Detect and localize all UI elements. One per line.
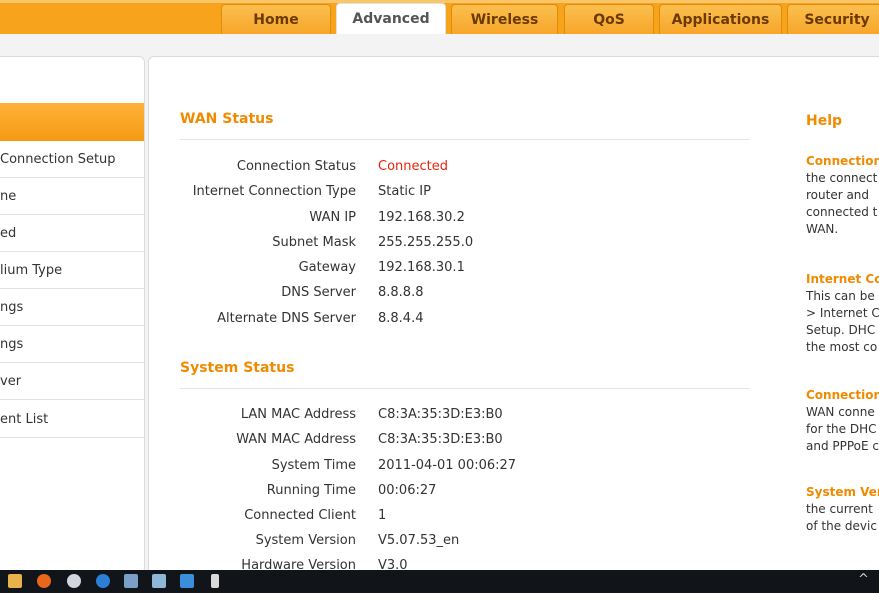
help-text-connection: the connect router and connected t WAN. [806, 171, 878, 236]
sidebar-item-6[interactable]: ngs [0, 326, 144, 363]
chevron-up-icon[interactable]: ^ [858, 572, 869, 587]
tab-home[interactable]: Home [221, 4, 331, 34]
lan-mac-value: C8:3A:35:3D:E3:B0 [378, 407, 503, 422]
connected-client-value: 1 [378, 508, 387, 523]
connection-status-label: Connection Status [236, 159, 356, 174]
system-status-title: System Status [180, 360, 295, 376]
sidebar-item-connection-setup[interactable]: Connection Setup [0, 141, 144, 178]
usb-icon[interactable] [211, 574, 219, 588]
wan-status-divider [180, 139, 750, 140]
gateway-label: Gateway [298, 260, 356, 275]
system-time-value: 2011-04-01 00:06:27 [378, 458, 517, 473]
taskbar: ^ [0, 570, 879, 593]
browser-icon[interactable] [96, 574, 110, 588]
sidebar-item-5[interactable]: ngs [0, 289, 144, 326]
wan-mac-value: C8:3A:35:3D:E3:B0 [378, 432, 503, 447]
tab-security[interactable]: Security [787, 4, 879, 34]
alt-dns-value: 8.8.4.4 [378, 311, 424, 326]
help-heading-system-version: System Ver [806, 485, 879, 499]
help-title: Help [806, 113, 843, 129]
help-heading-internet: Internet Co [806, 272, 879, 286]
top-nav-bar: Home Advanced Wireless QoS Applications … [0, 0, 879, 34]
firefox-icon[interactable] [37, 574, 51, 588]
running-time-value: 00:06:27 [378, 483, 437, 498]
gateway-value: 192.168.30.1 [378, 260, 465, 275]
system-version-value: V5.07.53_en [378, 533, 460, 548]
help-heading-connection: Connection [806, 154, 879, 168]
wan-status-title: WAN Status [180, 111, 274, 127]
help-text-internet: This can be > Internet C Setup. DHC the … [806, 289, 879, 354]
dns-server-label: DNS Server [281, 285, 356, 300]
sidebar-item-server[interactable]: ver [0, 363, 144, 400]
tab-applications[interactable]: Applications [659, 4, 782, 34]
wan-ip-value: 192.168.30.2 [378, 210, 465, 225]
tab-wireless[interactable]: Wireless [451, 4, 558, 34]
folder-icon[interactable] [152, 574, 166, 588]
sidebar-item-3[interactable]: ed [0, 215, 144, 252]
system-time-label: System Time [271, 458, 356, 473]
wan-mac-label: WAN MAC Address [236, 432, 356, 447]
gear-icon[interactable] [67, 574, 81, 588]
file-explorer-icon[interactable] [8, 574, 22, 588]
lan-mac-label: LAN MAC Address [240, 407, 356, 422]
system-version-label: System Version [255, 533, 356, 548]
tab-qos[interactable]: QoS [564, 4, 654, 34]
sidebar-item-medium-type[interactable]: lium Type [0, 252, 144, 289]
sidebar: Connection Setup ne ed lium Type ngs ngs… [0, 56, 145, 578]
help-text-system-version: the current of the devic [806, 502, 877, 533]
connection-type-label: Internet Connection Type [192, 184, 356, 199]
alt-dns-label: Alternate DNS Server [217, 311, 356, 326]
running-time-label: Running Time [266, 483, 356, 498]
tab-advanced[interactable]: Advanced [336, 3, 446, 34]
subnet-mask-value: 255.255.255.0 [378, 235, 474, 250]
subnet-mask-label: Subnet Mask [272, 235, 356, 250]
connected-client-label: Connected Client [244, 508, 356, 523]
sidebar-item-active[interactable] [0, 103, 144, 141]
sidebar-item-client-list[interactable]: ent List [0, 401, 144, 438]
connection-status-value: Connected [378, 159, 449, 174]
notepad-icon[interactable] [124, 574, 138, 588]
help-heading-connection-2: Connection [806, 388, 879, 402]
help-text-connection-2: WAN conne for the DHC and PPPoE c [806, 405, 879, 453]
connection-type-value: Static IP [378, 184, 431, 199]
wan-ip-label: WAN IP [309, 210, 356, 225]
dns-server-value: 8.8.8.8 [378, 285, 424, 300]
app-icon[interactable] [180, 574, 194, 588]
system-status-divider [180, 388, 750, 389]
sidebar-item-2[interactable]: ne [0, 178, 144, 215]
